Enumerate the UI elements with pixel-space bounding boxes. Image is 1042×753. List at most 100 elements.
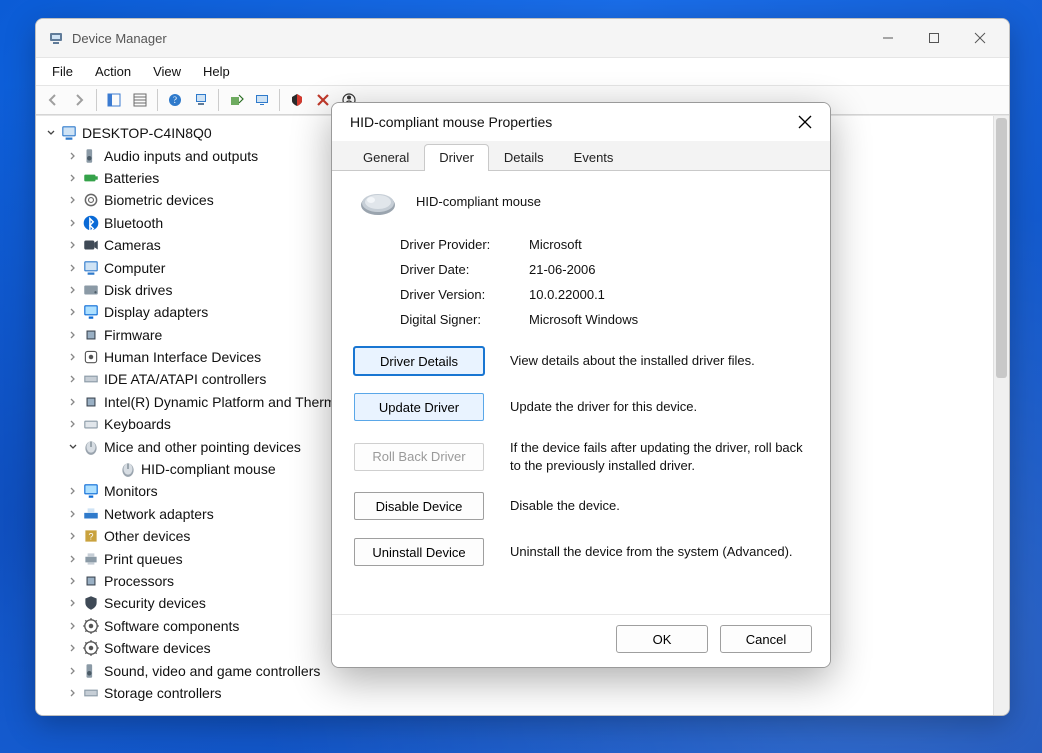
menu-action[interactable]: Action: [85, 61, 141, 82]
chip-icon: [82, 326, 100, 344]
expand-icon[interactable]: [66, 484, 80, 498]
cancel-button[interactable]: Cancel: [720, 625, 812, 653]
tab-driver[interactable]: Driver: [424, 144, 489, 171]
tree-item-label: Monitors: [104, 483, 158, 499]
dm-titlebar[interactable]: Device Manager: [36, 19, 1009, 57]
tree-item-label: Computer: [104, 260, 165, 276]
svg-text:?: ?: [173, 95, 177, 105]
update-driver-desc: Update the driver for this device.: [510, 398, 808, 416]
expand-icon[interactable]: [66, 641, 80, 655]
ide-icon: [82, 370, 100, 388]
ok-button[interactable]: OK: [616, 625, 708, 653]
expand-icon[interactable]: [66, 596, 80, 610]
expand-icon[interactable]: [66, 664, 80, 678]
sw-icon: [82, 639, 100, 657]
tab-strip: General Driver Details Events: [332, 141, 830, 171]
tree-item-label: Disk drives: [104, 282, 172, 298]
bt-icon: [82, 214, 100, 232]
disable-device-button[interactable]: Disable Device: [354, 492, 484, 520]
minimize-button[interactable]: [865, 22, 911, 54]
maximize-button[interactable]: [911, 22, 957, 54]
tree-item-label: Software components: [104, 618, 239, 634]
toolbar-back-button[interactable]: [40, 88, 66, 112]
expand-icon[interactable]: [66, 574, 80, 588]
toolbar-show-hide-tree-button[interactable]: [101, 88, 127, 112]
expand-icon[interactable]: [66, 395, 80, 409]
tree-item-label: Mice and other pointing devices: [104, 439, 301, 455]
driver-info-grid: Driver Provider: Microsoft Driver Date: …: [400, 237, 808, 327]
menu-help[interactable]: Help: [193, 61, 240, 82]
tree-item-label: Batteries: [104, 170, 159, 186]
props-titlebar[interactable]: HID-compliant mouse Properties: [332, 103, 830, 141]
menu-file[interactable]: File: [42, 61, 83, 82]
expand-icon[interactable]: [66, 417, 80, 431]
speaker-icon: [82, 662, 100, 680]
mouse-icon: [356, 189, 400, 219]
expand-icon[interactable]: [66, 507, 80, 521]
expand-icon[interactable]: [66, 149, 80, 163]
sw-icon: [82, 617, 100, 635]
chip-icon: [82, 572, 100, 590]
expand-icon: [103, 462, 117, 476]
cam-icon: [82, 236, 100, 254]
tree-item-label: DESKTOP-C4IN8Q0: [82, 125, 212, 141]
expand-icon[interactable]: [66, 552, 80, 566]
menu-view[interactable]: View: [143, 61, 191, 82]
toolbar-monitor-button[interactable]: [249, 88, 275, 112]
expand-icon[interactable]: [66, 529, 80, 543]
tree-item-label: Bluetooth: [104, 215, 163, 231]
device-manager-icon: [48, 30, 64, 46]
expand-icon[interactable]: [66, 216, 80, 230]
toolbar-properties-button[interactable]: [127, 88, 153, 112]
props-title: HID-compliant mouse Properties: [350, 114, 552, 130]
print-icon: [82, 550, 100, 568]
expand-icon[interactable]: [66, 619, 80, 633]
collapse-icon[interactable]: [66, 440, 80, 454]
bio-icon: [82, 191, 100, 209]
roll-back-driver-desc: If the device fails after updating the d…: [510, 439, 808, 474]
dm-title: Device Manager: [72, 31, 167, 46]
expand-icon[interactable]: [66, 193, 80, 207]
toolbar-forward-button[interactable]: [66, 88, 92, 112]
expand-icon[interactable]: [66, 686, 80, 700]
collapse-icon[interactable]: [44, 126, 58, 140]
expand-icon[interactable]: [66, 372, 80, 386]
toolbar-separator: [218, 89, 219, 111]
toolbar-separator: [279, 89, 280, 111]
expand-icon[interactable]: [66, 171, 80, 185]
pc-icon: [60, 124, 78, 142]
dm-menubar: File Action View Help: [36, 57, 1009, 85]
expand-icon[interactable]: [66, 283, 80, 297]
driver-details-button[interactable]: Driver Details: [354, 347, 484, 375]
tree-item-label: Network adapters: [104, 506, 214, 522]
scrollbar-thumb[interactable]: [996, 118, 1007, 378]
driver-properties-dialog: HID-compliant mouse Properties General D…: [331, 102, 831, 668]
toolbar-help-button[interactable]: ?: [162, 88, 188, 112]
vertical-scrollbar[interactable]: [993, 116, 1009, 715]
tab-general[interactable]: General: [348, 144, 424, 171]
close-button[interactable]: [957, 22, 1003, 54]
toolbar-disable-button[interactable]: [284, 88, 310, 112]
expand-icon[interactable]: [66, 328, 80, 342]
roll-back-driver-button: Roll Back Driver: [354, 443, 484, 471]
mouse-icon: [119, 460, 137, 478]
other-icon: ?: [82, 527, 100, 545]
net-icon: [82, 505, 100, 523]
update-driver-button[interactable]: Update Driver: [354, 393, 484, 421]
mouse-icon: [82, 438, 100, 456]
expand-icon[interactable]: [66, 261, 80, 275]
toolbar-separator: [96, 89, 97, 111]
expand-icon[interactable]: [66, 238, 80, 252]
tree-item[interactable]: Storage controllers: [40, 682, 993, 704]
close-button[interactable]: [788, 107, 822, 137]
ide-icon: [82, 684, 100, 702]
tab-events[interactable]: Events: [559, 144, 629, 171]
driver-details-desc: View details about the installed driver …: [510, 352, 808, 370]
tree-item-label: Sound, video and game controllers: [104, 663, 320, 679]
expand-icon[interactable]: [66, 350, 80, 364]
expand-icon[interactable]: [66, 305, 80, 319]
toolbar-update-driver-button[interactable]: [223, 88, 249, 112]
toolbar-scan-button[interactable]: [188, 88, 214, 112]
tab-details[interactable]: Details: [489, 144, 559, 171]
uninstall-device-button[interactable]: Uninstall Device: [354, 538, 484, 566]
